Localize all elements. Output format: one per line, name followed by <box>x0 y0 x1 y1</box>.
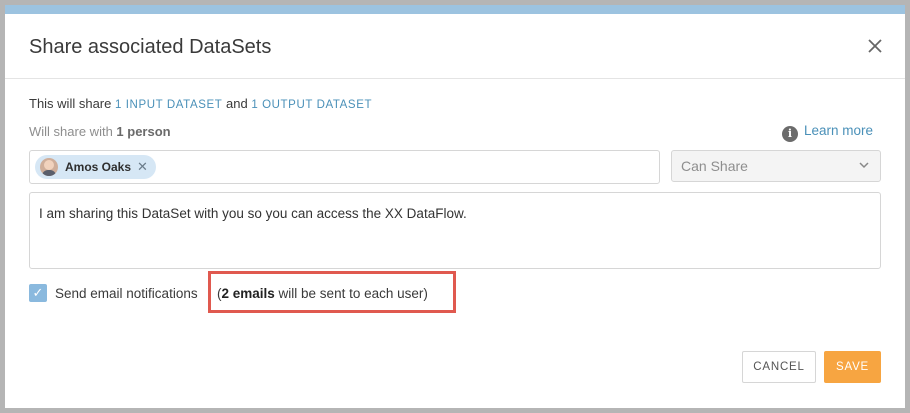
share-summary: This will share 1 INPUT DATASET and 1 OU… <box>29 96 372 111</box>
close-icon <box>868 39 882 53</box>
output-dataset-link[interactable]: 1 OUTPUT DATASET <box>251 99 372 111</box>
chevron-down-icon <box>858 151 870 192</box>
email-notification-label: Send email notifications <box>55 286 198 301</box>
recipient-chip[interactable]: Amos Oaks ✕ <box>35 155 156 179</box>
remove-x-icon[interactable]: ✕ <box>137 159 148 174</box>
share-with-count: Will share with 1 person <box>29 124 171 139</box>
save-button[interactable]: SAVE <box>824 351 881 383</box>
close-button[interactable] <box>861 32 889 60</box>
permission-select[interactable]: Can Share <box>671 150 881 182</box>
share-with-prefix: Will share with <box>29 124 117 139</box>
dialog-header: Share associated DataSets <box>5 14 905 79</box>
learn-more-label: Learn more <box>804 123 874 138</box>
recipients-input[interactable]: Amos Oaks ✕ <box>29 150 660 184</box>
cancel-button[interactable]: CANCEL <box>742 351 816 383</box>
email-notification-checkbox[interactable]: ✓ <box>29 284 47 302</box>
summary-prefix: This will share <box>29 96 115 111</box>
share-with-number: 1 person <box>116 124 171 139</box>
permission-value: Can Share <box>681 158 748 174</box>
learn-more-link[interactable]: i Learn more <box>782 123 873 142</box>
avatar <box>40 158 58 176</box>
summary-middle: and <box>222 96 252 111</box>
recipient-name: Amos Oaks <box>65 160 132 174</box>
note-email-count: 2 emails <box>221 286 275 301</box>
checkmark-icon: ✓ <box>32 285 44 300</box>
share-dialog: Share associated DataSets This will shar… <box>5 5 905 408</box>
email-count-note: (2 emails will be sent to each user) <box>217 286 428 301</box>
dialog-top-bar <box>5 5 905 14</box>
note-rest: will be sent to each user) <box>274 286 428 301</box>
info-icon: i <box>782 126 798 142</box>
message-textarea[interactable]: I am sharing this DataSet with you so yo… <box>29 192 881 269</box>
dialog-title: Share associated DataSets <box>29 36 272 58</box>
input-dataset-link[interactable]: 1 INPUT DATASET <box>115 99 222 111</box>
